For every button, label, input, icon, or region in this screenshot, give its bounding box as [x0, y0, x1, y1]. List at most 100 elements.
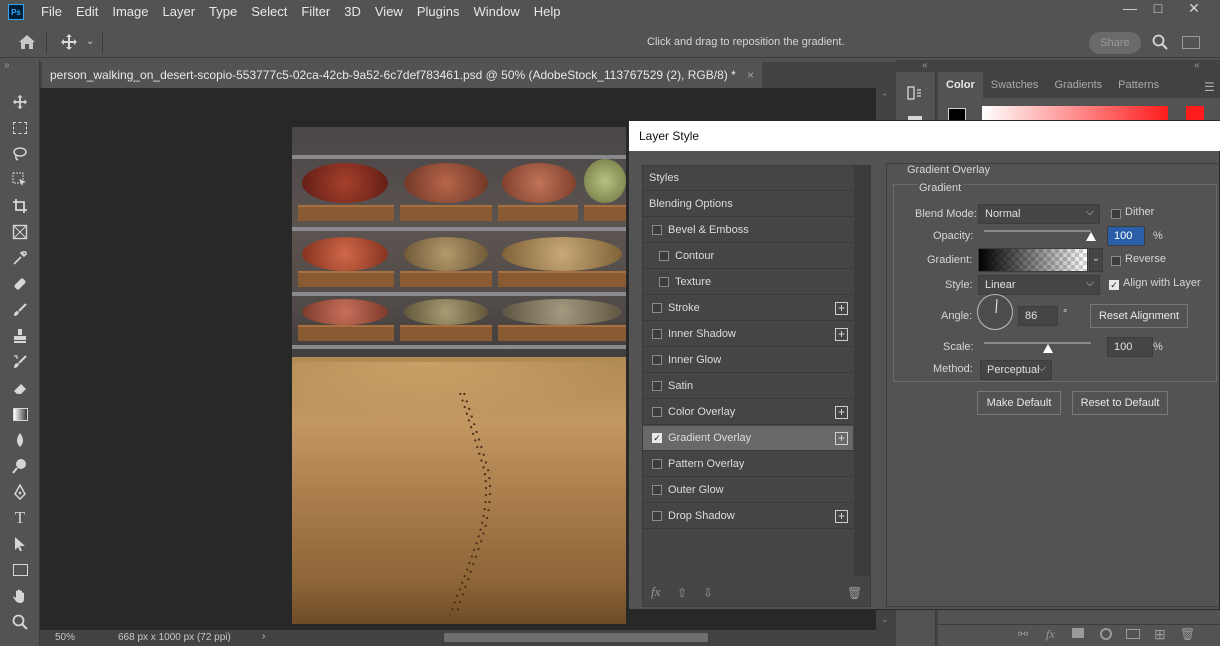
zoom-level[interactable]: 50%	[55, 632, 75, 643]
new-layer-icon[interactable]: ⊞	[1154, 626, 1166, 643]
inner-shadow-checkbox[interactable]	[652, 329, 662, 339]
angle-dial[interactable]	[977, 294, 1013, 330]
adjustment-icon[interactable]	[1100, 628, 1112, 640]
tab-color[interactable]: Color	[938, 72, 983, 98]
marquee-tool-icon[interactable]	[10, 118, 30, 138]
close-tab-icon[interactable]: ×	[747, 68, 754, 82]
lasso-tool-icon[interactable]	[10, 144, 30, 164]
style-item-inner-shadow[interactable]: Inner Shadow +	[643, 322, 853, 347]
pattern-overlay-checkbox[interactable]	[652, 459, 662, 469]
texture-checkbox[interactable]	[659, 277, 669, 287]
scale-slider-thumb[interactable]	[1043, 344, 1054, 353]
drop-shadow-checkbox[interactable]	[652, 511, 662, 521]
object-selection-tool-icon[interactable]	[10, 170, 30, 190]
workspace-icon[interactable]	[1182, 36, 1200, 49]
type-tool-icon[interactable]: T	[10, 508, 30, 528]
color-overlay-checkbox[interactable]	[652, 407, 662, 417]
zoom-tool-icon[interactable]	[10, 612, 30, 632]
style-item-stroke[interactable]: Stroke +	[643, 296, 853, 321]
make-default-button[interactable]: Make Default	[977, 391, 1061, 415]
share-button[interactable]: Share	[1089, 32, 1141, 54]
gradient-overlay-checkbox[interactable]: ✓	[652, 433, 662, 443]
document-image[interactable]	[292, 127, 626, 624]
trash-icon[interactable]: 🗑	[847, 586, 862, 600]
menu-filter[interactable]: Filter	[294, 0, 337, 24]
gradient-preview[interactable]	[978, 248, 1088, 272]
style-select[interactable]: Linear	[978, 274, 1100, 295]
contour-checkbox[interactable]	[659, 251, 669, 261]
reset-to-default-button[interactable]: Reset to Default	[1072, 391, 1168, 415]
style-item-styles[interactable]: Styles	[643, 166, 853, 191]
scroll-up-icon[interactable]: ⌃	[881, 92, 889, 103]
menu-layer[interactable]: Layer	[156, 0, 203, 24]
blur-tool-icon[interactable]	[10, 430, 30, 450]
frame-tool-icon[interactable]	[10, 222, 30, 242]
collapse-icon[interactable]: «	[922, 60, 928, 71]
mask-icon[interactable]	[1072, 628, 1084, 638]
add-drop-shadow-icon[interactable]: +	[835, 510, 848, 523]
fx-icon[interactable]: fx	[1046, 627, 1055, 642]
menu-file[interactable]: File	[34, 0, 69, 24]
style-item-drop-shadow[interactable]: Drop Shadow +	[643, 504, 853, 529]
scale-input[interactable]: 100	[1107, 337, 1153, 357]
fx-icon[interactable]: fx	[651, 584, 660, 600]
clone-stamp-tool-icon[interactable]	[10, 326, 30, 346]
tab-patterns[interactable]: Patterns	[1110, 72, 1167, 98]
rectangle-tool-icon[interactable]	[10, 560, 30, 580]
tab-swatches[interactable]: Swatches	[983, 72, 1047, 98]
folder-icon[interactable]	[1126, 629, 1140, 639]
stroke-checkbox[interactable]	[652, 303, 662, 313]
menu-view[interactable]: View	[368, 0, 410, 24]
blend-mode-select[interactable]: Normal	[978, 203, 1100, 224]
eraser-tool-icon[interactable]	[10, 378, 30, 398]
menu-3d[interactable]: 3D	[337, 0, 368, 24]
add-inner-shadow-icon[interactable]: +	[835, 328, 848, 341]
method-select[interactable]: Perceptual	[980, 359, 1052, 380]
color-slider[interactable]	[982, 106, 1168, 120]
collapse-icon[interactable]: «	[1194, 60, 1200, 71]
link-icon[interactable]: ⚯	[1018, 627, 1028, 641]
add-gradient-overlay-icon[interactable]: +	[835, 432, 848, 445]
horizontal-scrollbar-thumb[interactable]	[444, 633, 708, 642]
chevron-down-icon[interactable]: ⌄	[86, 36, 94, 47]
style-item-inner-glow[interactable]: Inner Glow	[643, 348, 853, 373]
scale-slider[interactable]	[984, 342, 1091, 344]
move-tool-icon[interactable]	[60, 33, 80, 53]
crop-tool-icon[interactable]	[10, 196, 30, 216]
style-item-gradient-overlay[interactable]: ✓ Gradient Overlay +	[643, 426, 853, 451]
healing-brush-tool-icon[interactable]	[10, 274, 30, 294]
style-item-contour[interactable]: Contour	[643, 244, 853, 269]
tab-gradients[interactable]: Gradients	[1046, 72, 1110, 98]
history-icon[interactable]	[906, 84, 924, 102]
close-window-icon[interactable]: ✕	[1176, 0, 1212, 20]
styles-list-scrollbar[interactable]	[854, 166, 871, 576]
dodge-tool-icon[interactable]	[10, 456, 30, 476]
home-icon[interactable]	[18, 34, 38, 52]
menu-image[interactable]: Image	[105, 0, 155, 24]
path-selection-tool-icon[interactable]	[10, 534, 30, 554]
style-item-blending-options[interactable]: Blending Options	[643, 192, 853, 217]
opacity-slider[interactable]	[984, 230, 1091, 232]
hand-tool-icon[interactable]	[10, 586, 30, 606]
style-item-outer-glow[interactable]: Outer Glow	[643, 478, 853, 503]
style-item-texture[interactable]: Texture	[643, 270, 853, 295]
scroll-down-icon[interactable]: ⌄	[881, 614, 889, 625]
reset-alignment-button[interactable]: Reset Alignment	[1090, 304, 1188, 328]
history-brush-tool-icon[interactable]	[10, 352, 30, 372]
angle-input[interactable]: 86	[1018, 306, 1058, 326]
eyedropper-tool-icon[interactable]	[10, 248, 30, 268]
style-item-satin[interactable]: Satin	[643, 374, 853, 399]
satin-checkbox[interactable]	[652, 381, 662, 391]
accent-color-swatch[interactable]	[1186, 106, 1204, 120]
menu-edit[interactable]: Edit	[69, 0, 105, 24]
opacity-slider-thumb[interactable]	[1086, 232, 1096, 241]
style-item-color-overlay[interactable]: Color Overlay +	[643, 400, 853, 425]
search-icon[interactable]	[1152, 34, 1170, 52]
menu-help[interactable]: Help	[527, 0, 568, 24]
pen-tool-icon[interactable]	[10, 482, 30, 502]
delete-layer-icon[interactable]: 🗑	[1180, 627, 1195, 641]
move-tool-icon[interactable]	[10, 92, 30, 112]
menu-select[interactable]: Select	[244, 0, 294, 24]
expand-panel-icon[interactable]: »	[4, 60, 10, 71]
panel-menu-icon[interactable]: ☰	[1204, 80, 1215, 94]
